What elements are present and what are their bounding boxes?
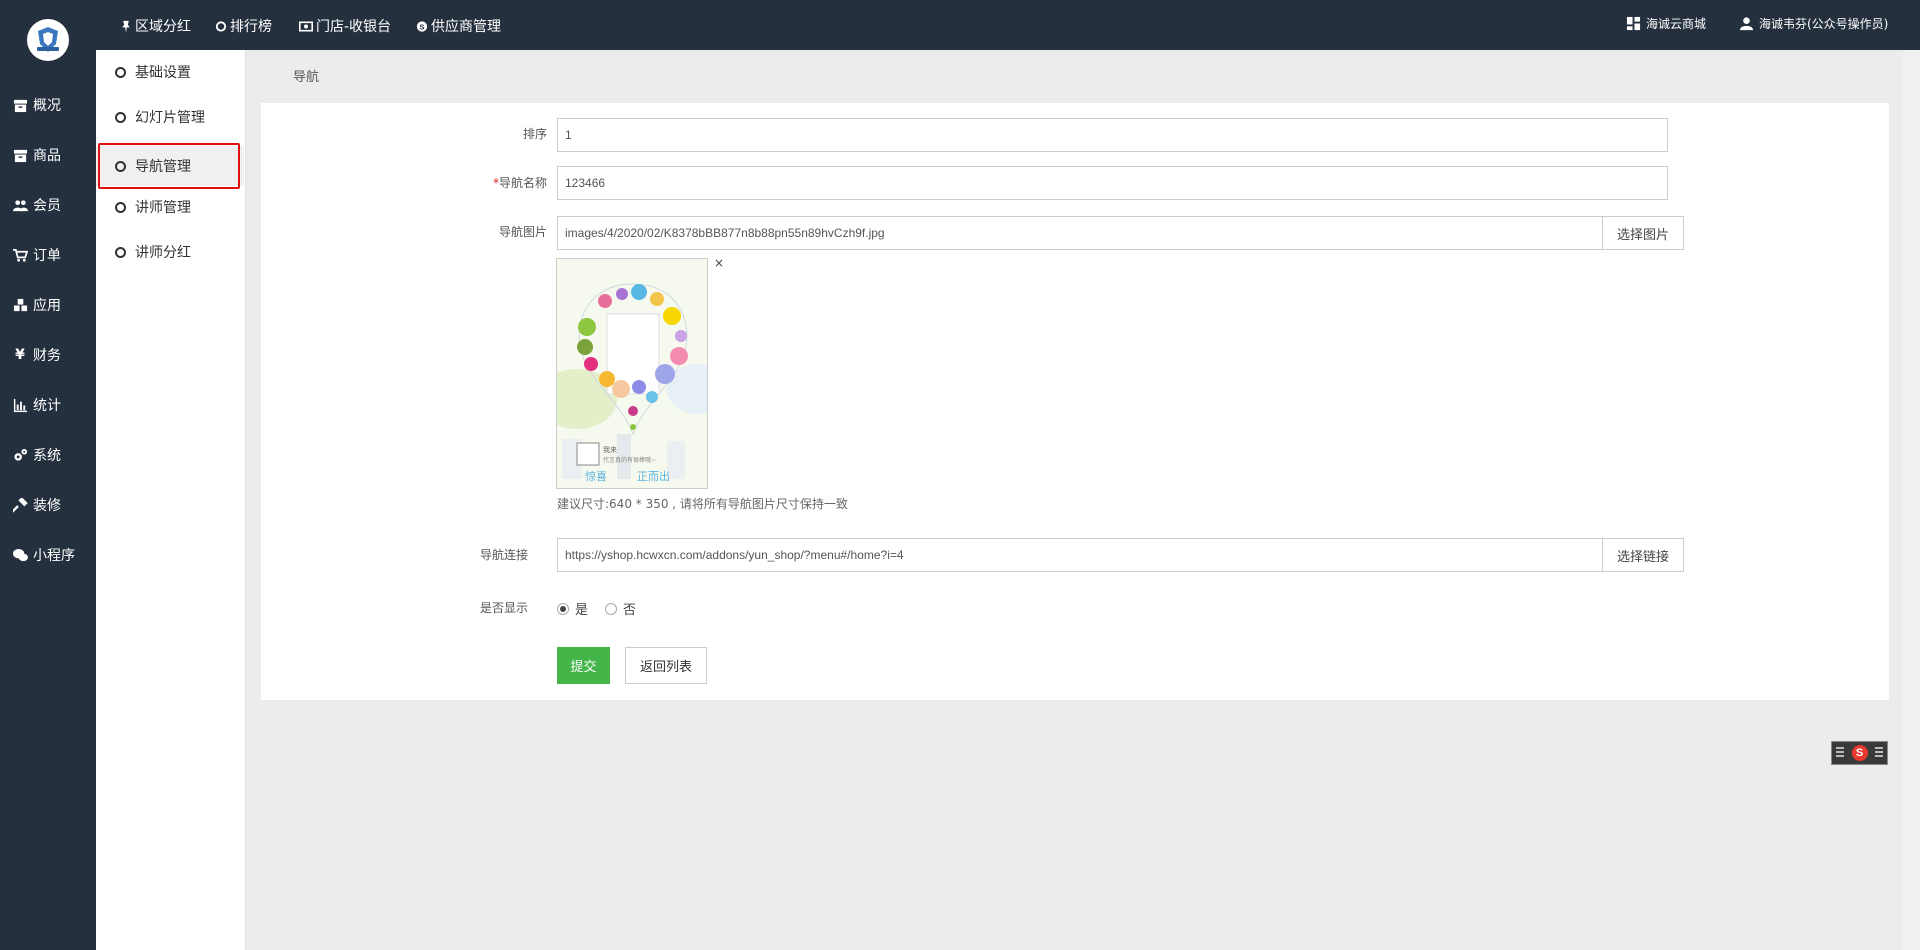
remove-image-button[interactable]: ×: [714, 256, 724, 270]
sidebar-item-label: 会员: [33, 198, 61, 214]
svg-text:正而出: 正而出: [637, 469, 670, 483]
radio-yes[interactable]: [557, 602, 569, 615]
image-size-hint: 建议尺寸:640 * 350 , 请将所有导航图片尺寸保持一致: [557, 497, 848, 511]
page-scrollbar[interactable]: [1903, 50, 1920, 950]
ime-toolbar[interactable]: S: [1831, 741, 1888, 765]
svg-text:我来: 我来: [603, 445, 617, 454]
subnav-item-navigation[interactable]: 导航管理: [96, 146, 244, 186]
yen-icon: ¥: [15, 347, 25, 363]
link-input[interactable]: https://yshop.hcwxcn.com/addons/yun_shop…: [557, 538, 1603, 572]
wechat-icon: [11, 547, 29, 563]
circle-icon: [215, 20, 227, 32]
radio-no[interactable]: [605, 602, 617, 615]
sidebar-item-label: 装修: [33, 498, 61, 514]
bar-chart-icon: [11, 397, 29, 413]
secondary-sidebar: 基础设置 幻灯片管理 导航管理 讲师管理 讲师分红: [96, 50, 246, 950]
main-sidebar: 概况 商品 会员 订单 应用 ¥ 财务 统计 系统 装修 小程序: [0, 0, 96, 950]
sidebar-item-label: 系统: [33, 448, 61, 464]
sidebar-item-overview[interactable]: 概况: [0, 88, 96, 122]
box-icon: [11, 147, 29, 163]
sort-label: 排序: [522, 127, 547, 141]
sidebar-item-finance[interactable]: ¥ 财务: [0, 338, 96, 372]
sogou-icon[interactable]: S: [1851, 745, 1868, 761]
users-icon: [11, 197, 29, 213]
cart-icon: [11, 247, 29, 263]
menu-icon: [1875, 747, 1883, 759]
top-link-store-cashier[interactable]: 门店-收银台: [299, 16, 391, 36]
select-link-button[interactable]: 选择链接: [1602, 538, 1684, 572]
sidebar-item-system[interactable]: 系统: [0, 438, 96, 472]
top-link-shop[interactable]: 海诚云商城: [1626, 15, 1706, 32]
top-link-regional-dividend[interactable]: 区域分红: [120, 16, 191, 36]
grid-icon: [1626, 16, 1641, 31]
sidebar-item-apps[interactable]: 应用: [0, 288, 96, 322]
select-image-button[interactable]: 选择图片: [1602, 216, 1684, 250]
subnav-item-lecturer-dividend[interactable]: 讲师分红: [96, 232, 244, 272]
skype-icon: S: [416, 20, 428, 32]
top-bar: 区域分红 排行榜 门店-收银台 S 供应商管理 海诚云商城 海诚韦芬(公众号操作…: [96, 0, 1920, 50]
hammer-icon: [11, 497, 29, 513]
name-label: *导航名称: [492, 176, 547, 190]
subnav-item-lecturers[interactable]: 讲师管理: [96, 187, 244, 227]
sidebar-item-stats[interactable]: 统计: [0, 388, 96, 422]
sidebar-item-label: 概况: [33, 98, 61, 114]
sidebar-item-members[interactable]: 会员: [0, 188, 96, 222]
sidebar-item-label: 商品: [33, 148, 61, 164]
svg-text:惊喜: 惊喜: [585, 469, 607, 483]
user-icon: [1739, 17, 1754, 31]
top-link-ranking[interactable]: 排行榜: [215, 16, 272, 36]
sidebar-item-products[interactable]: 商品: [0, 138, 96, 172]
sidebar-item-label: 小程序: [33, 548, 75, 564]
preview-graphic: 我来 代言真的有很棒哦~ 惊喜 正而出: [557, 259, 707, 488]
sidebar-item-label: 财务: [33, 348, 61, 364]
back-to-list-button[interactable]: 返回列表: [625, 647, 707, 684]
sidebar-item-label: 订单: [33, 248, 61, 264]
circle-icon: [115, 111, 126, 123]
logo-icon: [37, 27, 59, 52]
top-link-supplier[interactable]: S 供应商管理: [416, 16, 501, 36]
archive-icon: [11, 97, 29, 113]
subnav-item-slides[interactable]: 幻灯片管理: [96, 97, 244, 137]
sidebar-item-miniprogram[interactable]: 小程序: [0, 538, 96, 572]
navigation-image-preview: 我来 代言真的有很棒哦~ 惊喜 正而出: [556, 258, 708, 489]
grip-icon: [1836, 747, 1844, 759]
cubes-icon: [11, 297, 29, 313]
circle-icon: [115, 160, 126, 172]
subnav-item-basic-settings[interactable]: 基础设置: [96, 52, 244, 92]
image-path-input[interactable]: images/4/2020/02/K8378bBB877n8b88pn55n89…: [557, 216, 1603, 250]
circle-icon: [115, 66, 126, 78]
display-label: 是否显示: [479, 601, 528, 615]
sidebar-item-orders[interactable]: 订单: [0, 238, 96, 272]
cogs-icon: [11, 447, 29, 463]
sort-input[interactable]: 1: [557, 118, 1668, 152]
pin-icon: [122, 20, 130, 33]
link-label: 导航连接: [479, 548, 528, 562]
logo[interactable]: [27, 19, 69, 61]
name-input[interactable]: 123466: [557, 166, 1668, 200]
circle-icon: [115, 246, 126, 258]
cash-register-icon: [299, 20, 313, 31]
sidebar-item-label: 应用: [33, 298, 61, 314]
display-option-yes[interactable]: 是: [557, 599, 588, 618]
circle-icon: [115, 201, 126, 213]
breadcrumb: 导航: [293, 70, 320, 85]
image-label: 导航图片: [498, 225, 547, 239]
display-option-no[interactable]: 否: [605, 599, 636, 618]
sidebar-item-decoration[interactable]: 装修: [0, 488, 96, 522]
svg-text:代言真的有很棒哦~: 代言真的有很棒哦~: [603, 456, 656, 464]
svg-text:S: S: [419, 22, 424, 31]
sidebar-item-label: 统计: [33, 398, 61, 414]
submit-button[interactable]: 提交: [557, 647, 610, 684]
user-menu[interactable]: 海诚韦芬(公众号操作员): [1739, 15, 1888, 32]
